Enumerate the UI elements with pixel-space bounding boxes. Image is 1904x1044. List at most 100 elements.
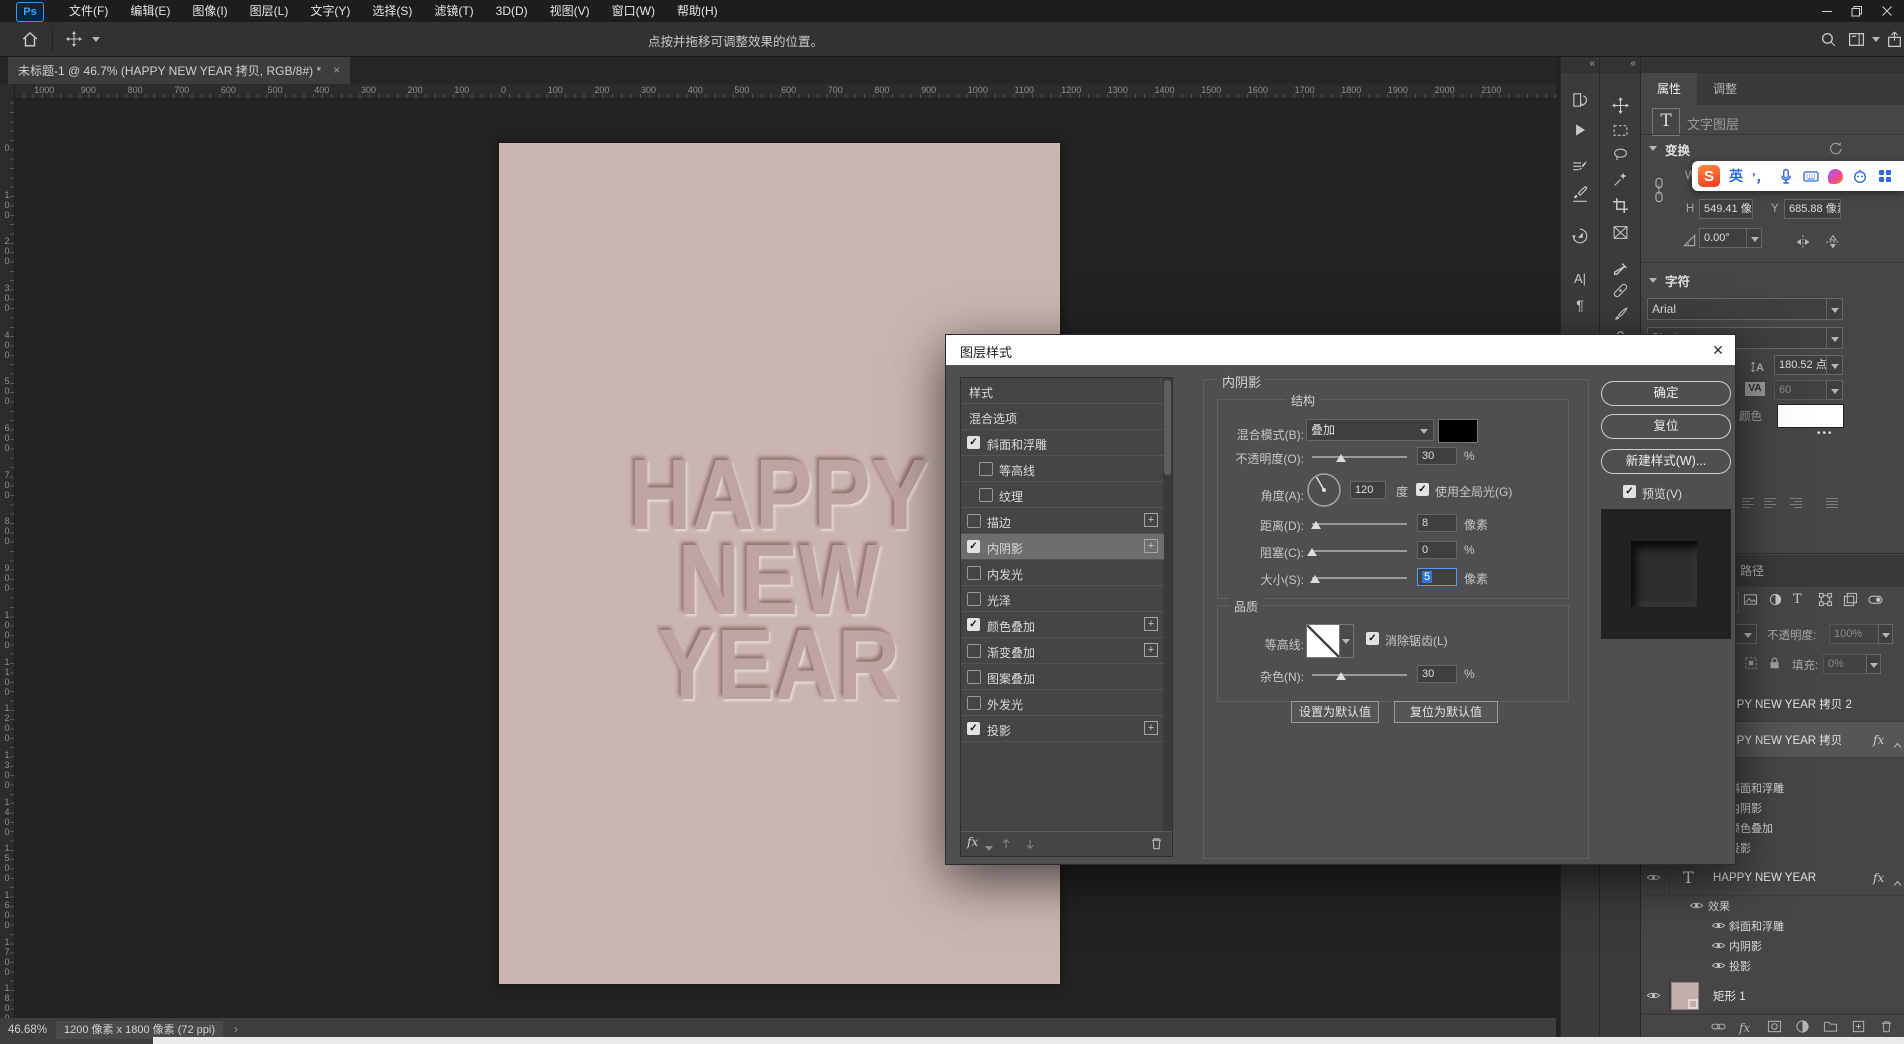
style-checkbox[interactable] <box>967 566 981 580</box>
tool-brush[interactable] <box>1608 302 1632 326</box>
angle-field[interactable]: 120 <box>1350 481 1386 499</box>
tool-move[interactable] <box>1608 93 1632 117</box>
ime-punctuation-icon[interactable]: ’， <box>1752 167 1769 186</box>
menu-item-3D[interactable]: 3D(D) <box>485 0 539 22</box>
style-list-item-外发光[interactable]: 外发光 <box>961 690 1164 716</box>
style-list-item-描边[interactable]: 描边+ <box>961 508 1164 534</box>
tool-object-selection[interactable] <box>1608 167 1632 191</box>
link-layers-icon[interactable] <box>1711 1019 1726 1039</box>
dock-collapse-header[interactable]: « <box>1561 56 1599 73</box>
reset-transform-icon[interactable] <box>1823 136 1847 160</box>
zoom-level[interactable]: 46.68% <box>8 1024 47 1036</box>
fx-badge[interactable]: fx <box>1873 731 1884 749</box>
status-chevron-icon[interactable]: › <box>234 1022 238 1036</box>
new-style-button[interactable]: 新建样式(W)... <box>1601 449 1731 474</box>
paragraph-align-center-icon[interactable] <box>1762 496 1778 515</box>
rotation-dropdown[interactable] <box>1746 228 1762 248</box>
panel-paragraph-icon[interactable]: ¶ <box>1568 293 1592 317</box>
new-adjustment-icon[interactable] <box>1795 1019 1810 1039</box>
ime-keyboard-icon[interactable] <box>1803 168 1819 184</box>
workspace-chevron-down-icon[interactable] <box>1872 37 1880 42</box>
rotation-field[interactable]: 0.00° <box>1699 228 1747 248</box>
shadow-color-swatch[interactable] <box>1438 419 1478 443</box>
new-group-icon[interactable] <box>1823 1019 1838 1039</box>
menu-item-选择[interactable]: 选择(S) <box>361 0 423 22</box>
tab-paths[interactable]: 路径 <box>1731 555 1773 587</box>
eye-icon[interactable] <box>1711 918 1726 938</box>
tracking-field[interactable]: 60 <box>1774 380 1827 400</box>
character-section-chevron-icon[interactable] <box>1649 278 1657 283</box>
menu-item-帮助[interactable]: 帮助(H) <box>666 0 729 22</box>
style-checkbox[interactable] <box>979 462 993 476</box>
collapse-effects-icon[interactable] <box>1893 736 1902 754</box>
param-field[interactable]: 30 <box>1417 665 1457 683</box>
smart-filter-icon[interactable] <box>1843 592 1858 612</box>
panel-character-icon[interactable]: A| <box>1568 266 1592 290</box>
delete-style-icon[interactable] <box>1149 836 1164 856</box>
transform-section-chevron-icon[interactable] <box>1649 146 1657 151</box>
ime-skin-icon[interactable] <box>1828 169 1843 184</box>
preset-chevron-down-icon[interactable] <box>92 37 100 42</box>
dialog-close-icon[interactable]: ✕ <box>1709 341 1727 359</box>
paragraph-align-right-icon[interactable] <box>1786 496 1802 515</box>
restore-button[interactable] <box>1842 0 1872 22</box>
tool-marquee[interactable] <box>1608 118 1632 142</box>
close-window-button[interactable] <box>1872 0 1902 22</box>
move-tool-preset-icon[interactable] <box>62 27 86 51</box>
move-style-down-icon[interactable] <box>1023 837 1037 856</box>
add-instance-icon[interactable]: + <box>1144 539 1158 553</box>
font-size-dropdown[interactable] <box>1826 355 1843 375</box>
type-filter-icon[interactable]: T <box>1793 592 1802 607</box>
style-list-item-纹理[interactable]: 纹理 <box>961 482 1164 508</box>
tool-lasso[interactable] <box>1608 142 1632 166</box>
tracking-dropdown[interactable] <box>1826 380 1843 400</box>
set-default-button[interactable]: 设置为默认值 <box>1291 701 1379 723</box>
style-checkbox[interactable] <box>967 670 981 684</box>
dialog-title-bar[interactable]: 图层样式 <box>946 335 1735 365</box>
menu-item-滤镜[interactable]: 滤镜(T) <box>423 0 484 22</box>
text-color-swatch[interactable] <box>1777 404 1844 428</box>
flip-horizontal-icon[interactable] <box>1791 230 1815 254</box>
more-options-icon[interactable]: ••• <box>1817 428 1834 439</box>
eye-icon[interactable] <box>1711 958 1726 978</box>
collapse-left-icon[interactable]: « <box>1630 58 1636 69</box>
layer-style-fx-icon[interactable]: fx <box>1739 1019 1750 1037</box>
font-family-field[interactable]: Arial <box>1647 298 1827 320</box>
param-field[interactable]: 30 <box>1417 447 1457 465</box>
panel-brush-settings-icon[interactable] <box>1568 156 1592 180</box>
style-checkbox[interactable]: ✓ <box>967 618 980 631</box>
style-list-item-内发光[interactable]: 内发光 <box>961 560 1164 586</box>
collapse-effects-icon[interactable] <box>1893 874 1902 892</box>
new-layer-icon[interactable] <box>1851 1019 1866 1039</box>
reset-default-button[interactable]: 复位为默认值 <box>1394 701 1498 723</box>
style-checkbox[interactable]: ✓ <box>967 540 980 553</box>
style-list-item-内阴影[interactable]: ✓内阴影+ <box>961 534 1164 560</box>
style-list-item-渐变叠加[interactable]: 渐变叠加+ <box>961 638 1164 664</box>
fill-field[interactable]: 0% <box>1823 654 1867 674</box>
workspace-icon[interactable] <box>1844 27 1868 51</box>
tab-close-icon[interactable]: × <box>333 63 340 77</box>
style-list-item-投影[interactable]: ✓投影+ <box>961 716 1164 742</box>
add-instance-icon[interactable]: + <box>1144 721 1158 735</box>
fx-badge[interactable]: fx <box>1873 869 1884 887</box>
link-dimensions-icon[interactable] <box>1649 168 1669 212</box>
layer-row[interactable]: 矩形 1 <box>1641 978 1904 1014</box>
eye-icon[interactable] <box>1689 898 1704 918</box>
tab-adjustments[interactable]: 调整 <box>1697 73 1753 105</box>
add-instance-icon[interactable]: + <box>1144 513 1158 527</box>
filter-toggle-icon[interactable] <box>1868 592 1883 612</box>
menu-item-编辑[interactable]: 编辑(E) <box>119 0 181 22</box>
ok-button[interactable]: 确定 <box>1601 381 1731 406</box>
search-icon[interactable] <box>1816 27 1840 51</box>
tab-properties[interactable]: 属性 <box>1641 73 1697 105</box>
menu-item-图像[interactable]: 图像(I) <box>181 0 238 22</box>
style-checkbox[interactable] <box>967 696 981 710</box>
add-instance-icon[interactable]: + <box>1144 617 1158 631</box>
contour-dropdown[interactable] <box>1339 624 1354 658</box>
home-button[interactable] <box>18 27 42 51</box>
param-field[interactable]: 5 <box>1417 568 1457 586</box>
style-checkbox[interactable] <box>967 592 981 606</box>
toolbar-collapse-header[interactable]: « <box>1600 56 1640 73</box>
paragraph-align-left-icon[interactable] <box>1740 496 1756 515</box>
ime-sogou-logo-icon[interactable]: S <box>1698 165 1720 187</box>
